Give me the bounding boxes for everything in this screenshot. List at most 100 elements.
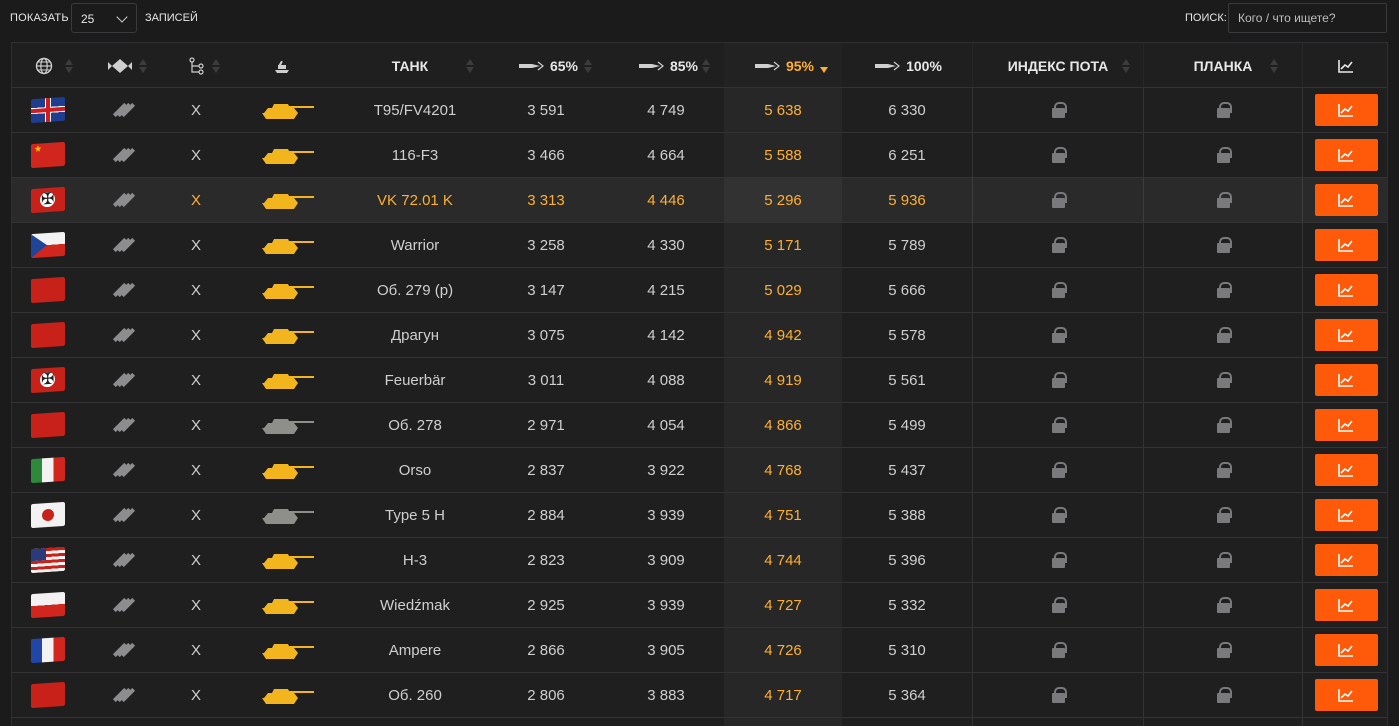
tank-name[interactable]: Об. 279 (р) [350, 268, 480, 312]
type-cell [244, 628, 332, 672]
table-row[interactable]: X Драгун 3 075 4 142 4 942 5 578 [12, 313, 1387, 358]
value-85: 4 054 [647, 416, 685, 434]
table-row[interactable]: X Об. 279 (р) 3 147 4 215 5 029 5 666 [12, 268, 1387, 313]
lock-icon [1216, 102, 1232, 118]
tier-cell: X [190, 461, 201, 479]
col-tank-label: ТАНК [391, 57, 429, 74]
nation-cell [12, 358, 84, 402]
tank-name[interactable]: Wiedźmak [350, 583, 480, 627]
nation-cell [12, 178, 84, 222]
table-row[interactable]: X Orso 2 837 3 922 4 768 5 437 [12, 448, 1387, 493]
lock-icon [1216, 642, 1232, 658]
chart-button[interactable] [1314, 679, 1378, 711]
chart-button[interactable] [1314, 544, 1378, 576]
value-100: 5 789 [888, 236, 926, 254]
shell-icon [638, 61, 664, 70]
search-input[interactable] [1228, 3, 1387, 33]
col-65[interactable]: 65% [504, 43, 592, 88]
table-row[interactable]: X T95/FV4201 3 591 4 749 5 638 6 330 [12, 88, 1387, 133]
value-95: 4 726 [764, 641, 802, 659]
table-row[interactable]: X Об. 260 2 806 3 883 4 717 5 364 [12, 673, 1387, 718]
value-85: 4 215 [647, 281, 685, 299]
chart-cell [1303, 223, 1387, 267]
chart-button[interactable] [1314, 364, 1378, 396]
chart-icon [1338, 599, 1353, 612]
tier-cell: X [190, 551, 201, 569]
tier-cell: X [190, 596, 201, 614]
col-index[interactable]: ИНДЕКС ПОТА [973, 43, 1143, 88]
chart-cell [1303, 178, 1387, 222]
col-bar[interactable]: ПЛАНКА [1144, 43, 1302, 88]
col-85[interactable]: 85% [624, 43, 712, 88]
lock-icon [1216, 327, 1232, 343]
value-85: 3 909 [647, 551, 685, 569]
tank-name[interactable]: H-3 [350, 538, 480, 582]
tank-name[interactable]: Type 5 H [350, 493, 480, 537]
tank-name[interactable]: T95/FV4201 [350, 88, 480, 132]
table-row[interactable]: X H-3 2 823 3 909 4 744 5 396 [12, 538, 1387, 583]
value-95: 4 727 [764, 596, 802, 614]
col-type [252, 43, 312, 88]
tank-silhouette-icon [262, 689, 314, 704]
col-95[interactable]: 95% [740, 43, 828, 88]
index-cell [973, 268, 1143, 312]
chart-button[interactable] [1314, 139, 1378, 171]
table-row[interactable]: X VK 72.01 K 3 313 4 446 5 296 5 936 [12, 178, 1387, 223]
tank-name[interactable]: Feuerbär [350, 358, 480, 402]
class-cell [90, 178, 158, 222]
tier-cell: X [190, 416, 201, 434]
value-65: 3 466 [527, 146, 565, 164]
chart-button[interactable] [1314, 589, 1378, 621]
index-cell [973, 493, 1143, 537]
table-row[interactable]: X Warrior 3 258 4 330 5 171 5 789 [12, 223, 1387, 268]
tier-cell: X [190, 236, 201, 254]
tank-name[interactable]: Об. 260 [350, 673, 480, 717]
chart-cell [1303, 493, 1387, 537]
tank-name[interactable]: Драгун [350, 313, 480, 357]
table-row[interactable]: X Ampere 2 866 3 905 4 726 5 310 [12, 628, 1387, 673]
tank-silhouette-icon [262, 374, 314, 389]
table-row[interactable]: X 116-F3 3 466 4 664 5 588 6 251 [12, 133, 1387, 178]
chart-icon [1338, 554, 1353, 567]
index-cell [973, 403, 1143, 447]
table-row[interactable]: X Об. 278 2 971 4 054 4 866 5 499 [12, 403, 1387, 448]
col-tank[interactable]: ТАНК [350, 43, 470, 88]
tank-name[interactable]: VK 72.01 K [350, 178, 480, 222]
value-85: 4 749 [647, 101, 685, 119]
chart-cell [1303, 358, 1387, 402]
tank-name[interactable]: 116-F3 [350, 133, 480, 177]
chart-icon [1338, 59, 1353, 73]
tech-tree-icon [189, 56, 204, 75]
chart-button[interactable] [1314, 94, 1378, 126]
col-95-label: 95% [785, 57, 815, 74]
class-cell [90, 223, 158, 267]
tank-name[interactable]: Warrior [350, 223, 480, 267]
value-100: 5 666 [888, 281, 926, 299]
table-row[interactable]: X Wiedźmak 2 925 3 939 4 727 5 332 [12, 583, 1387, 628]
table-row[interactable]: X Type 5 H 2 884 3 939 4 751 5 388 [12, 493, 1387, 538]
tank-name[interactable]: Об. 278 [350, 403, 480, 447]
page-size-select[interactable]: 25 [71, 3, 137, 33]
chart-button[interactable] [1314, 634, 1378, 666]
chart-button[interactable] [1314, 184, 1378, 216]
globe-icon [35, 57, 53, 74]
chart-button[interactable] [1314, 454, 1378, 486]
table-row[interactable]: X Feuerbär 3 011 4 088 4 919 5 561 [12, 358, 1387, 403]
heavy-tank-class-icon [112, 147, 136, 163]
tank-name[interactable]: Ampere [350, 628, 480, 672]
chart-icon [1338, 194, 1353, 207]
chart-button[interactable] [1314, 229, 1378, 261]
chart-button[interactable] [1314, 319, 1378, 351]
tier-cell: X [190, 326, 201, 344]
chart-button[interactable] [1314, 499, 1378, 531]
tank-name[interactable]: Orso [350, 448, 480, 492]
value-65: 3 147 [527, 281, 565, 299]
chart-cell [1303, 448, 1387, 492]
col-100[interactable]: 100% [860, 43, 956, 88]
nation-cell [12, 268, 84, 312]
chart-button[interactable] [1314, 274, 1378, 306]
heavy-tank-class-icon [112, 552, 136, 568]
class-cell [90, 673, 158, 717]
chart-button[interactable] [1314, 409, 1378, 441]
tier-cell: X [190, 371, 201, 389]
